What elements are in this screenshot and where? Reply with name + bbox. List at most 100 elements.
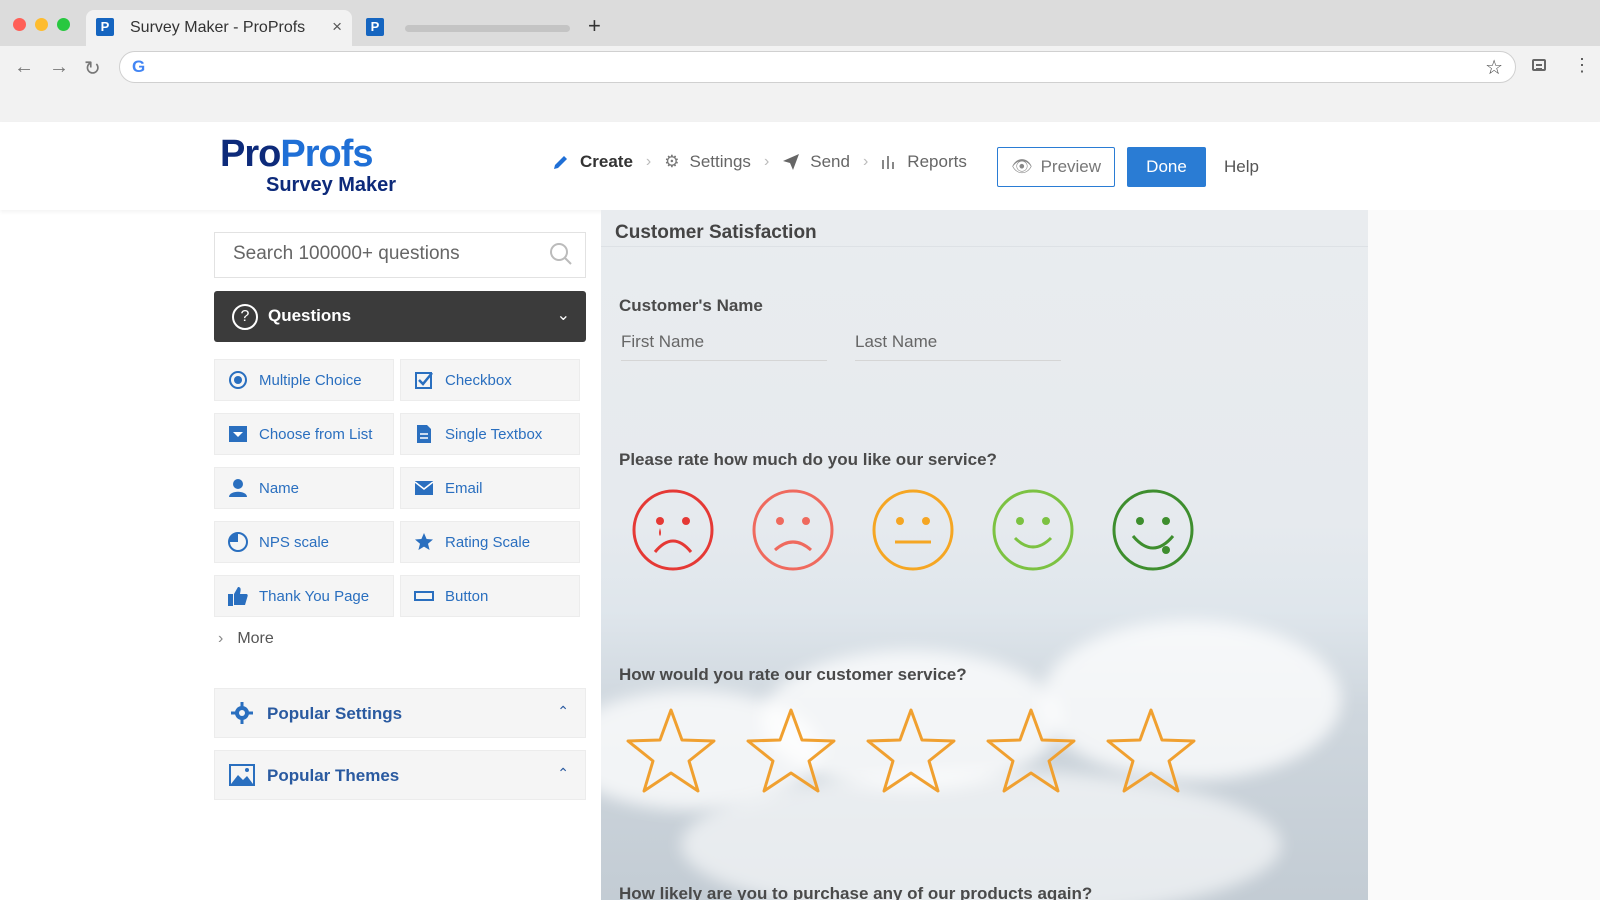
- app-header: ProProfs Survey Maker Create › ⚙ Setting…: [0, 122, 1600, 210]
- question-type-label: Multiple Choice: [259, 371, 362, 389]
- workflow-steps: Create › ⚙ Settings › Send › Reports: [552, 152, 967, 172]
- preview-button[interactable]: 👁 Preview: [997, 147, 1115, 187]
- loading-tab-placeholder[interactable]: [405, 25, 570, 32]
- done-button[interactable]: Done: [1127, 147, 1206, 187]
- thumbs-up-icon: [227, 585, 249, 607]
- popular-settings-label: Popular Settings: [267, 704, 403, 723]
- browser-tab-bar: P Survey Maker - ProProfs × P +: [0, 0, 1600, 46]
- step-create[interactable]: Create: [552, 152, 633, 172]
- rating-star-icon[interactable]: [985, 706, 1077, 794]
- happy-face-icon[interactable]: [991, 488, 1075, 572]
- button-icon: [413, 585, 435, 607]
- very-sad-face-icon[interactable]: [631, 488, 715, 572]
- maximize-window-button[interactable]: [57, 18, 70, 31]
- chevron-right-icon: ›: [218, 630, 224, 647]
- survey-preview-canvas: Customer Satisfaction Customer's Name Fi…: [601, 210, 1368, 900]
- question-type-label: Rating Scale: [445, 533, 531, 551]
- checkbox-icon: [413, 369, 435, 391]
- new-tab-button[interactable]: +: [588, 13, 601, 39]
- question-type-label: Thank You Page: [259, 587, 370, 605]
- logo-text-profs: Profs: [280, 133, 373, 175]
- reload-button[interactable]: ↻: [84, 56, 101, 81]
- step-settings-label: Settings: [689, 152, 751, 171]
- star-icon: [413, 531, 435, 553]
- more-label: More: [237, 630, 274, 647]
- question-type-multiple-choice[interactable]: Multiple Choice: [214, 359, 394, 401]
- question-rate-customer-service[interactable]: How would you rate our customer service?: [619, 665, 967, 685]
- question-mark-icon: ?: [232, 304, 258, 330]
- title-divider: [601, 246, 1368, 247]
- sad-face-icon[interactable]: [751, 488, 835, 572]
- question-type-email[interactable]: Email: [400, 467, 580, 509]
- rating-star-icon[interactable]: [745, 706, 837, 794]
- search-icon[interactable]: [549, 242, 573, 266]
- question-type-single-textbox[interactable]: Single Textbox: [400, 413, 580, 455]
- bookmark-star-icon[interactable]: ☆: [1485, 55, 1503, 80]
- question-type-label: Name: [259, 479, 300, 497]
- envelope-icon: [413, 477, 435, 499]
- step-reports[interactable]: Reports: [881, 152, 967, 172]
- first-name-field[interactable]: First Name: [621, 332, 827, 361]
- proprofs-logo[interactable]: ProProfs Survey Maker: [220, 134, 396, 196]
- chevron-right-icon: ›: [645, 153, 652, 170]
- question-type-label: NPS scale: [259, 533, 330, 551]
- extension-icon[interactable]: [1532, 59, 1546, 71]
- more-question-types[interactable]: › More: [218, 630, 274, 648]
- bar-chart-icon: [882, 156, 895, 169]
- step-send[interactable]: Send: [782, 152, 850, 172]
- back-button[interactable]: ←: [14, 56, 34, 79]
- pie-icon: [227, 531, 249, 553]
- step-create-label: Create: [580, 152, 633, 171]
- popular-themes-panel[interactable]: Popular Themes ⌃: [214, 750, 586, 800]
- tab-close-icon[interactable]: ×: [332, 17, 342, 37]
- question-search: [214, 232, 586, 278]
- question-purchase-likelihood[interactable]: How likely are you to purchase any of ou…: [619, 884, 1092, 900]
- last-name-field[interactable]: Last Name: [855, 332, 1061, 361]
- preview-label: Preview: [1040, 157, 1102, 176]
- question-type-label: Choose from List: [259, 425, 373, 443]
- logo-subtitle: Survey Maker: [266, 174, 397, 196]
- help-link[interactable]: Help: [1224, 157, 1259, 177]
- dropdown-icon: [227, 423, 249, 445]
- google-icon: G: [132, 57, 146, 76]
- question-rate-service[interactable]: Please rate how much do you like our ser…: [619, 450, 997, 470]
- neutral-face-icon[interactable]: [871, 488, 955, 572]
- search-input[interactable]: [233, 243, 533, 265]
- gear-icon: ⚙: [664, 152, 680, 171]
- rating-star-icon[interactable]: [625, 706, 717, 794]
- chevron-right-icon: ›: [862, 153, 869, 170]
- question-type-label: Checkbox: [445, 371, 512, 389]
- eye-icon: 👁: [1010, 157, 1033, 176]
- step-reports-label: Reports: [907, 152, 967, 171]
- survey-title[interactable]: Customer Satisfaction: [615, 222, 817, 244]
- question-type-thank-you-page[interactable]: Thank You Page: [214, 575, 394, 617]
- logo-text-pro: Pro: [220, 133, 281, 175]
- image-icon: [229, 764, 255, 786]
- tab-title: Survey Maker - ProProfs: [130, 19, 306, 36]
- question-type-choose-from-list[interactable]: Choose from List: [214, 413, 394, 455]
- close-window-button[interactable]: [13, 18, 26, 31]
- question-type-button[interactable]: Button: [400, 575, 580, 617]
- rating-star-icon[interactable]: [865, 706, 957, 794]
- rating-star-icon[interactable]: [1105, 706, 1197, 794]
- step-settings[interactable]: ⚙ Settings: [664, 152, 751, 172]
- paper-plane-icon: [783, 154, 800, 170]
- address-bar[interactable]: G ☆: [119, 51, 1516, 83]
- person-icon: [227, 477, 249, 499]
- question-type-nps-scale[interactable]: NPS scale: [214, 521, 394, 563]
- gear-icon: [231, 702, 253, 724]
- question-type-checkbox[interactable]: Checkbox: [400, 359, 580, 401]
- browser-tab-active[interactable]: P Survey Maker - ProProfs ×: [86, 10, 352, 46]
- minimize-window-button[interactable]: [35, 18, 48, 31]
- popular-settings-panel[interactable]: Popular Settings ⌃: [214, 688, 586, 738]
- browser-menu-icon[interactable]: ⋮: [1573, 55, 1591, 76]
- question-type-name[interactable]: Name: [214, 467, 394, 509]
- question-type-rating-scale[interactable]: Rating Scale: [400, 521, 580, 563]
- questions-accordion-header[interactable]: ? Questions ⌄: [214, 291, 586, 342]
- chevron-down-icon: ⌄: [556, 307, 570, 324]
- forward-button[interactable]: →: [49, 56, 69, 79]
- questions-label: Questions: [268, 306, 352, 325]
- page-background-right: [1368, 210, 1600, 900]
- very-happy-face-icon[interactable]: [1111, 488, 1195, 572]
- question-customer-name[interactable]: Customer's Name: [619, 296, 763, 316]
